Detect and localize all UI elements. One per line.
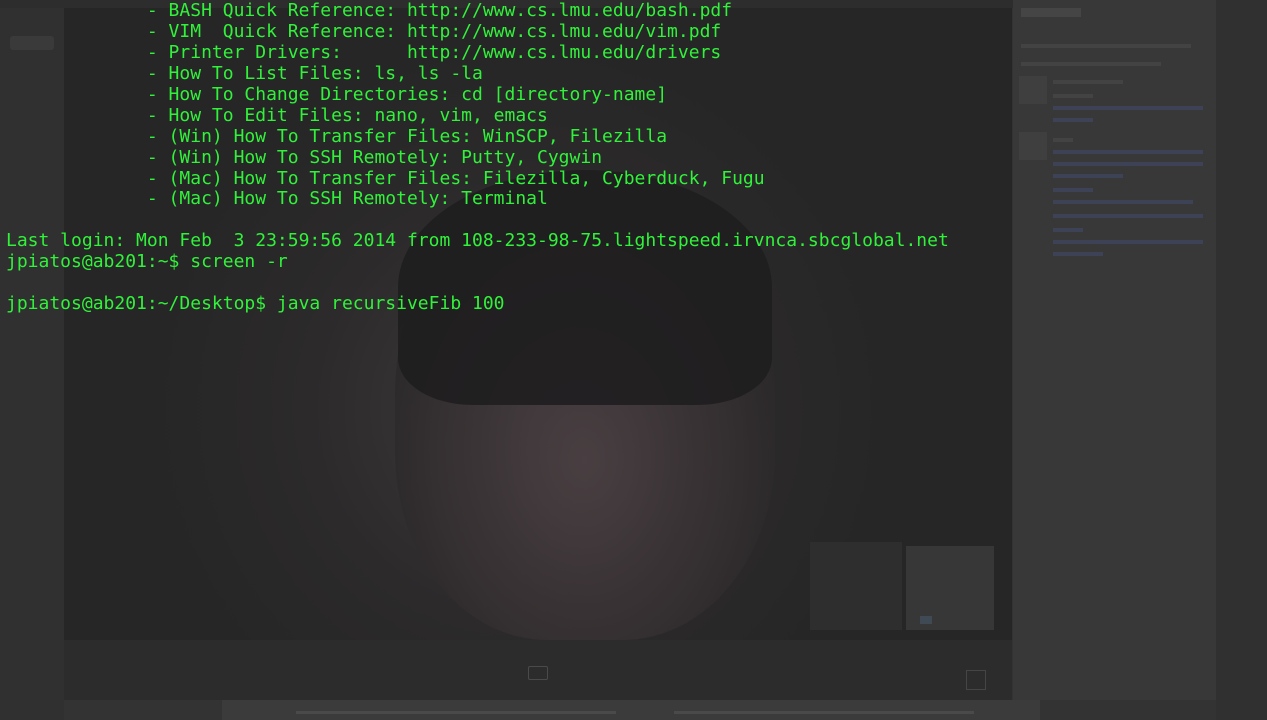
terminal-line: - (Win) How To Transfer Files: WinSCP, F… — [6, 125, 668, 147]
terminal-line: - Printer Drivers: http://www.cs.lmu.edu… — [6, 41, 722, 63]
terminal-line: - How To Change Directories: cd [directo… — [6, 83, 668, 105]
terminal-line: - BASH Quick Reference: http://www.cs.lm… — [6, 0, 733, 21]
terminal-line: - VIM Quick Reference: http://www.cs.lmu… — [6, 20, 722, 42]
terminal-line: - (Mac) How To SSH Remotely: Terminal — [6, 188, 548, 210]
terminal-line: - How To Edit Files: nano, vim, emacs — [6, 104, 548, 126]
desktop-screen: - BASH Quick Reference: http://www.cs.lm… — [0, 0, 1267, 720]
terminal-prompt-line: jpiatos@ab201:~$ screen -r — [6, 251, 288, 273]
terminal-command-line[interactable]: jpiatos@ab201:~/Desktop$ java recursiveF… — [0, 293, 949, 315]
terminal-last-login-line: Last login: Mon Feb 3 23:59:56 2014 from… — [6, 230, 949, 252]
terminal-line: - How To List Files: ls, ls -la — [6, 62, 483, 84]
terminal-line: - (Win) How To SSH Remotely: Putty, Cygw… — [6, 146, 603, 168]
terminal-line: - (Mac) How To Transfer Files: Filezilla… — [6, 167, 765, 189]
terminal-output: - BASH Quick Reference: http://www.cs.lm… — [0, 0, 949, 315]
terminal-window[interactable]: - BASH Quick Reference: http://www.cs.lm… — [0, 0, 1267, 720]
